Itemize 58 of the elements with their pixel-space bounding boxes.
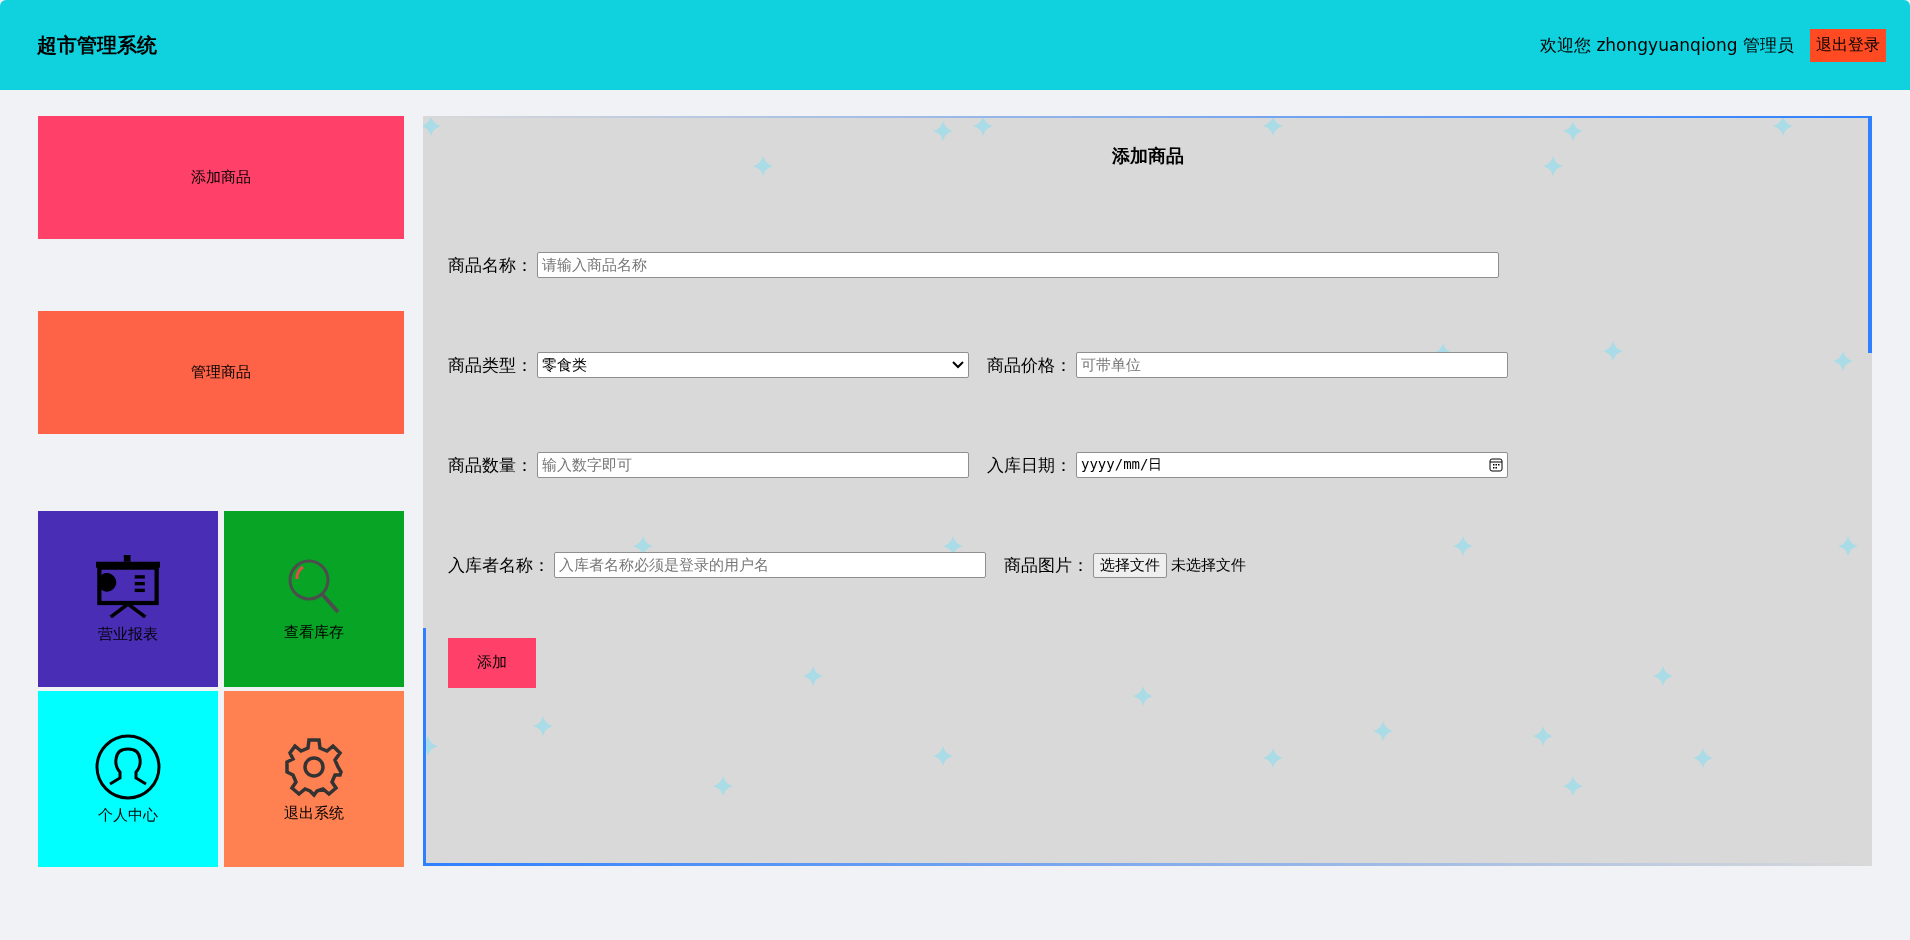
presentation-board-icon: [96, 554, 160, 619]
add-button[interactable]: 添加: [448, 637, 536, 688]
input-field[interactable]: 入库者名称必须是登录的用户名: [554, 552, 986, 578]
app-title: 超市管理系统: [37, 31, 157, 59]
sparkle-icon: [973, 116, 993, 136]
gear-icon: [283, 735, 345, 798]
sparkle-icon: [1133, 686, 1153, 706]
logout-button[interactable]: 退出登录: [1810, 28, 1886, 62]
welcome-text: 欢迎您 zhongyuanqiong 管理员: [1540, 33, 1794, 57]
sparkle-icon: [1563, 121, 1583, 141]
field-label: 入库者名称：: [448, 553, 550, 577]
sparkle-icon: [533, 716, 553, 736]
field-label: 商品数量：: [448, 453, 533, 477]
sparkle-icon: [1263, 748, 1283, 768]
sparkle-icon: [1653, 666, 1673, 686]
field-label: 入库日期：: [987, 453, 1072, 477]
user-profile-icon: [95, 733, 161, 800]
field-label: 商品类型：: [448, 353, 533, 377]
menu-tile[interactable]: 管理商品: [38, 311, 404, 434]
sparkle-icon: [1603, 341, 1623, 361]
date-field[interactable]: yyyy/mm/日: [1076, 452, 1508, 478]
field-label: 商品价格：: [987, 353, 1072, 377]
tile-label: 营业报表: [98, 624, 158, 644]
sparkle-icon: [933, 746, 953, 766]
sparkle-icon: [1838, 536, 1858, 556]
tile-label: 个人中心: [98, 805, 158, 825]
input-field[interactable]: 请输入商品名称: [537, 252, 1499, 278]
menu-tile[interactable]: 查看库存: [224, 511, 404, 687]
input-field[interactable]: 可带单位: [1076, 352, 1508, 378]
choose-file-button[interactable]: 选择文件: [1093, 552, 1167, 578]
sparkle-icon: [1453, 536, 1473, 556]
form-title: 添加商品: [1111, 144, 1184, 168]
sparkle-icon: [803, 666, 823, 686]
field-label: 商品名称：: [448, 253, 533, 277]
tile-label: 退出系统: [284, 803, 344, 823]
field-label: 商品图片：: [1004, 553, 1089, 577]
sparkle-icon: [713, 776, 733, 796]
sparkle-icon: [933, 121, 953, 141]
sparkle-icon: [1773, 116, 1793, 136]
input-field[interactable]: 输入数字即可: [537, 452, 969, 478]
sparkle-icon: [753, 156, 773, 176]
sparkle-icon: [1263, 116, 1283, 136]
sparkle-icon: [423, 116, 441, 136]
menu-tile[interactable]: 退出系统: [224, 691, 404, 867]
sparkle-icon: [1833, 351, 1853, 371]
sparkle-icon: [1543, 156, 1563, 176]
chevron-down-icon: [952, 361, 964, 369]
sparkle-icon: [423, 736, 438, 756]
sparkle-icon: [1373, 721, 1393, 741]
menu-tile[interactable]: 添加商品: [38, 116, 404, 239]
dropdown-field[interactable]: 零食类: [537, 352, 969, 378]
sparkle-icon: [1533, 726, 1553, 746]
tile-label: 查看库存: [284, 622, 344, 642]
sparkle-icon: [1693, 748, 1713, 768]
calendar-icon: [1489, 458, 1503, 472]
file-status: 未选择文件: [1171, 555, 1246, 575]
sparkle-icon: [1563, 776, 1583, 796]
menu-tile[interactable]: 个人中心: [38, 691, 218, 867]
